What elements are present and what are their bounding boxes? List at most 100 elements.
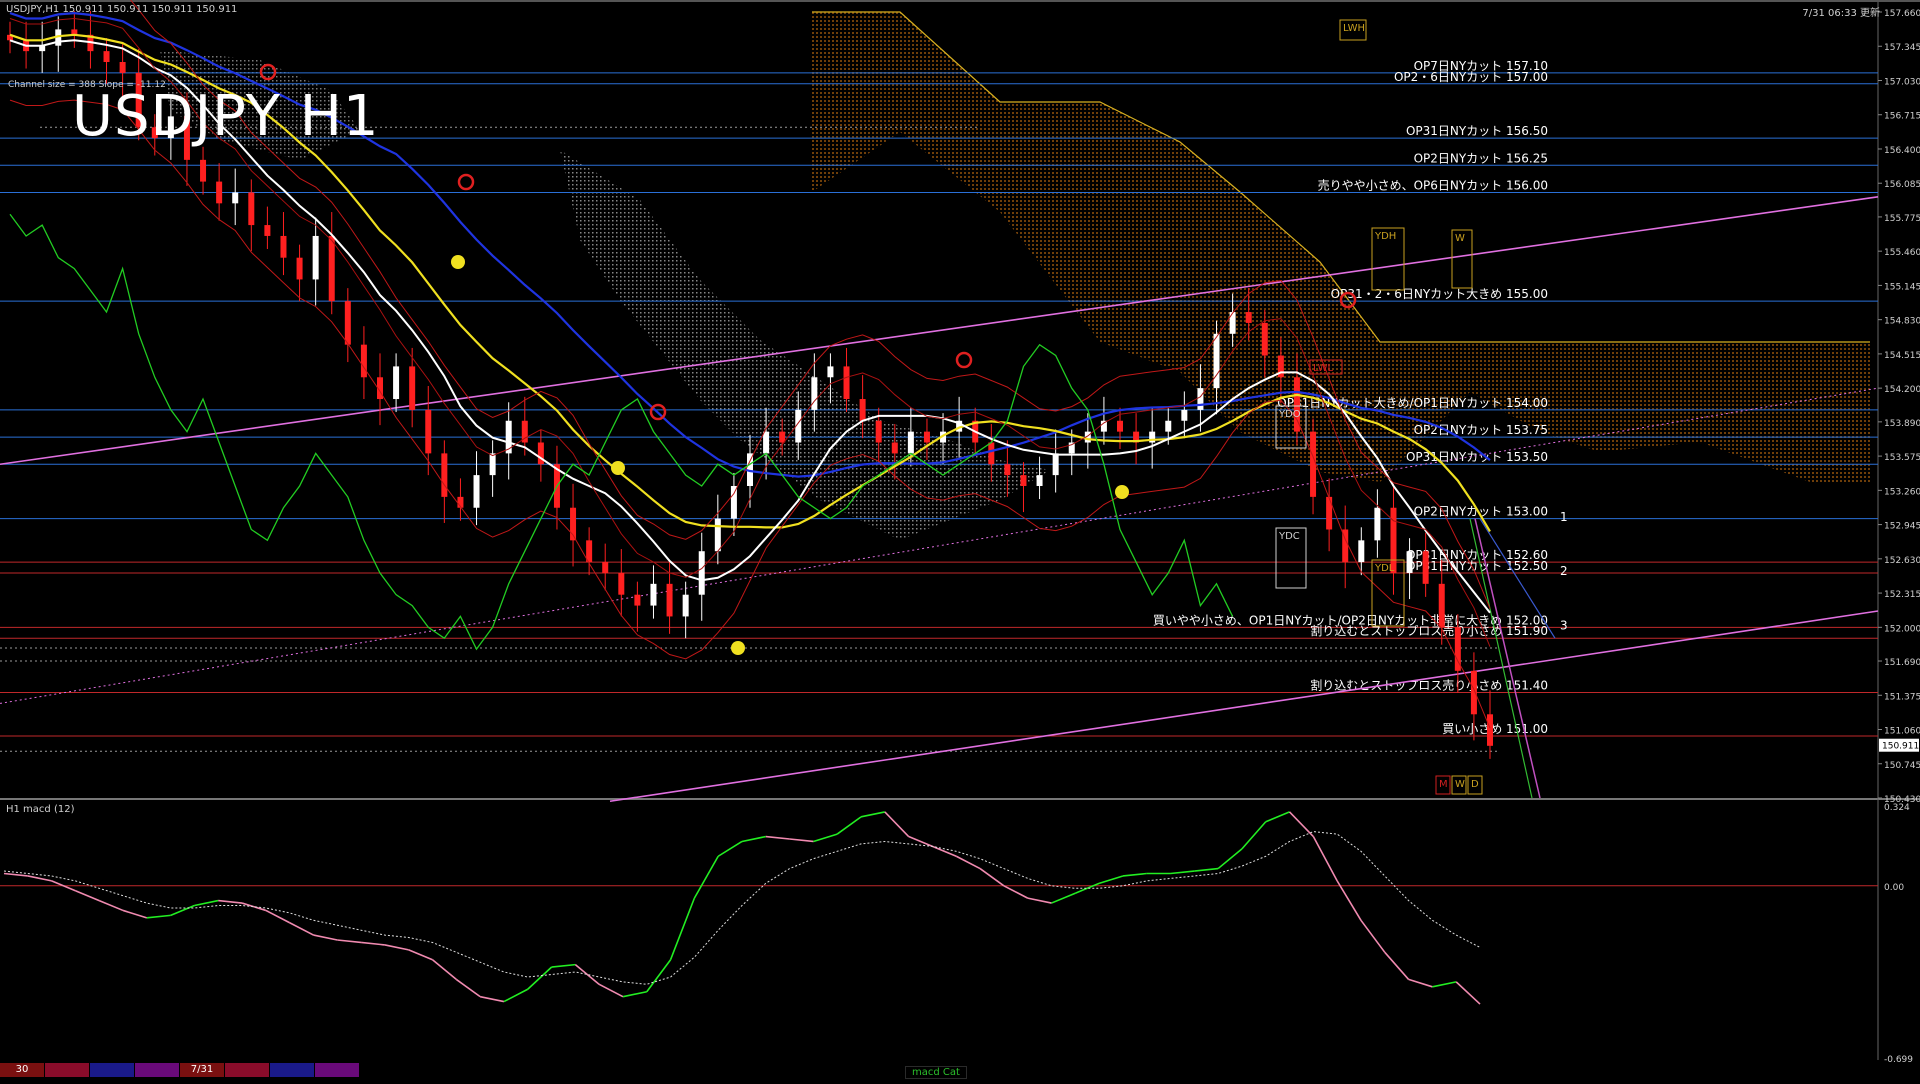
y-tick-label: 152.945 — [1884, 522, 1920, 532]
y-tick-label: 157.345 — [1884, 43, 1920, 53]
level-label: OP2・6日NYカット 157.00 — [1394, 70, 1548, 84]
box-label: YDL — [1374, 563, 1395, 574]
y-tick-label: 153.890 — [1884, 419, 1920, 429]
y-tick-label: 155.460 — [1884, 248, 1920, 258]
box-label: W — [1455, 233, 1465, 244]
chart-tab[interactable] — [135, 1063, 179, 1077]
candle-bear — [328, 235, 335, 302]
chart-tab[interactable] — [90, 1063, 134, 1077]
chart-tab[interactable]: 30 — [0, 1063, 44, 1077]
macd-status: macd Cat — [905, 1066, 967, 1079]
candle-bear — [409, 366, 416, 410]
candle-bull — [1052, 453, 1059, 476]
y-tick-label: 151.690 — [1884, 658, 1920, 668]
price-chart[interactable]: OP7日NYカット 157.10OP2・6日NYカット 157.00OP31日N… — [0, 0, 1920, 1080]
candle-bull — [698, 551, 705, 595]
candle-bull — [1181, 409, 1188, 421]
candle-bull — [393, 366, 400, 400]
y-tick-label: 152.000 — [1884, 624, 1920, 634]
server-time: 7/31 06:33 更新 — [1802, 8, 1880, 19]
candle-bear — [360, 344, 367, 378]
y-tick-label: 151.375 — [1884, 692, 1920, 702]
top-border — [0, 0, 1920, 2]
candle-bull — [811, 377, 818, 410]
y-tick-label: 157.030 — [1884, 77, 1920, 87]
box-label: M — [1439, 779, 1448, 790]
candle-bull — [489, 453, 496, 476]
candle-bear — [843, 366, 850, 400]
box-label: D — [1471, 779, 1479, 790]
candle-bull — [1213, 333, 1220, 389]
macd-tick-label: 0.324 — [1884, 803, 1910, 813]
level-label: OP31・2・6日NYカット大きめ 155.00 — [1331, 287, 1548, 301]
candle-bull — [232, 192, 239, 204]
signal-marker-up — [611, 461, 625, 475]
box-label: YDC — [1278, 531, 1300, 542]
candle-bear — [103, 51, 110, 63]
symbol-info: USDJPY,H1 150.911 150.911 150.911 150.91… — [6, 4, 238, 15]
candle-bull — [1197, 388, 1204, 410]
level-label: 買い小さめ 151.00 — [1442, 722, 1548, 736]
candle-bear — [1245, 312, 1252, 323]
candle-bear — [1261, 322, 1268, 356]
candle-bear — [216, 181, 223, 204]
y-tick-label: 153.575 — [1884, 453, 1920, 463]
candle-bear — [425, 409, 432, 454]
y-tick-label: 155.145 — [1884, 282, 1920, 292]
y-tick-label: 154.515 — [1884, 351, 1920, 361]
candle-bull — [1358, 540, 1365, 563]
channel-number: 1 — [1560, 510, 1568, 524]
candle-bear — [859, 399, 866, 421]
candle-bull — [682, 594, 689, 617]
level-label: 売りやや小さめ、OP6日NYカット 156.00 — [1318, 177, 1548, 192]
chart-tab[interactable] — [315, 1063, 359, 1077]
channel-number: 2 — [1560, 564, 1568, 578]
candle-bear — [1470, 670, 1477, 715]
y-tick-label: 156.715 — [1884, 112, 1920, 122]
candle-bull — [714, 518, 721, 552]
candle-bear — [666, 583, 673, 617]
chart-tab[interactable] — [45, 1063, 89, 1077]
y-tick-label: 156.400 — [1884, 146, 1920, 156]
candle-bull — [1036, 475, 1043, 486]
candle-bear — [1326, 496, 1333, 530]
candle-bear — [1310, 431, 1317, 497]
candle-bull — [1374, 507, 1381, 541]
level-label: OP31日NYカット 156.50 — [1406, 124, 1548, 138]
box-label: YDO — [1278, 409, 1301, 420]
candle-bull — [312, 235, 319, 280]
candle-bull — [473, 475, 480, 508]
chart-tab[interactable] — [270, 1063, 314, 1077]
level-label: 割り込むとストップロス売り小さめ 151.90 — [1310, 623, 1548, 638]
macd-tick-label: 0.00 — [1884, 883, 1904, 893]
candle-bear — [1117, 420, 1123, 432]
chart-tab[interactable]: 7/31 — [180, 1063, 224, 1077]
y-tick-label: 152.315 — [1884, 590, 1920, 600]
candle-bear — [1422, 551, 1429, 584]
candle-bear — [1487, 714, 1493, 746]
chart-terminal[interactable]: OP7日NYカット 157.10 OP2・6日NYカット 157.00 OP31日N… — [0, 0, 1920, 1080]
box-label: YDH — [1374, 231, 1396, 242]
chart-big-title: USDJPY H1 — [72, 84, 380, 149]
candle-bear — [537, 442, 544, 465]
candle-bear — [264, 225, 271, 236]
candle-bear — [779, 431, 786, 443]
candle-bear — [875, 420, 882, 443]
channel-number: 3 — [1560, 618, 1568, 632]
y-tick-label: 156.085 — [1884, 180, 1920, 190]
candle-bear — [1020, 475, 1027, 486]
box-label: LWL — [1313, 363, 1334, 374]
chart-tab[interactable] — [225, 1063, 269, 1077]
candle-bull — [763, 431, 770, 454]
signal-marker-up — [1115, 485, 1129, 499]
candle-bear — [1004, 464, 1011, 476]
box-label: W — [1455, 779, 1465, 790]
y-tick-label: 150.745 — [1884, 761, 1920, 771]
y-tick-label: 152.630 — [1884, 556, 1920, 566]
last-price-label: 150.911 — [1882, 742, 1919, 752]
candle-bear — [441, 453, 448, 497]
candle-bull — [730, 485, 737, 519]
candle-bear — [344, 301, 351, 345]
level-label: OP31日NYカット 153.50 — [1406, 450, 1548, 464]
candle-bull — [1406, 551, 1413, 573]
